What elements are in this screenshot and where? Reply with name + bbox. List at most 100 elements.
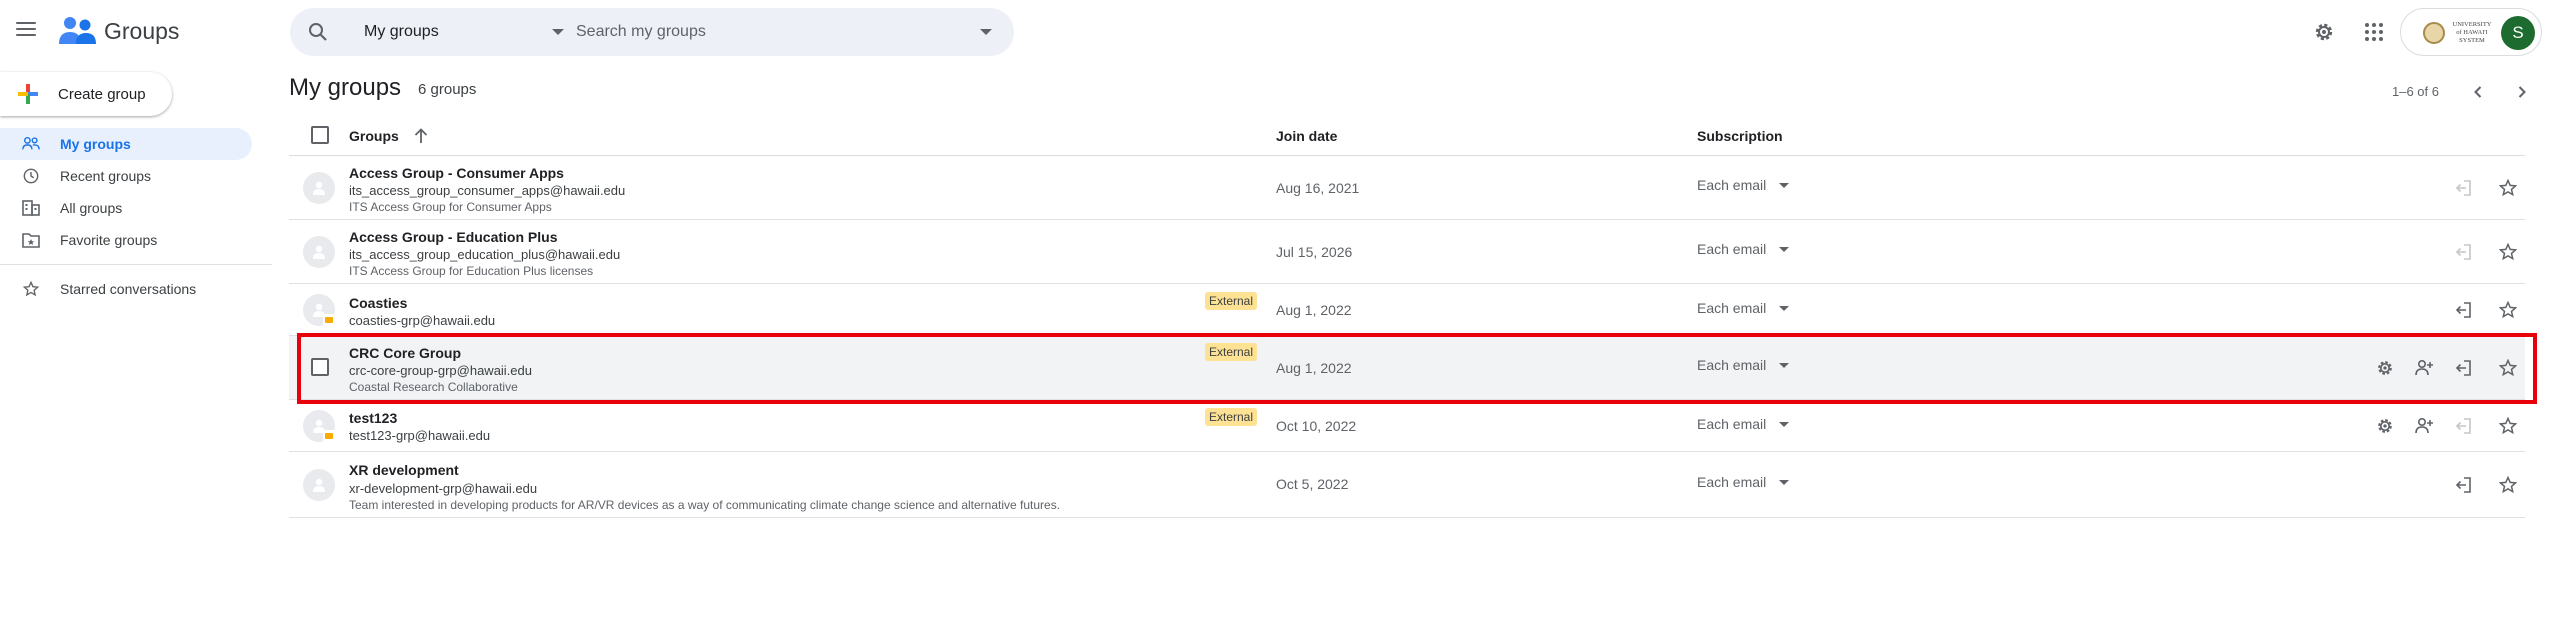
next-page-icon[interactable] bbox=[2510, 80, 2534, 104]
group-email: its_access_group_education_plus@hawaii.e… bbox=[349, 247, 621, 262]
external-chip: External bbox=[1205, 292, 1258, 310]
previous-page-icon[interactable] bbox=[2466, 80, 2490, 104]
leave-group-icon bbox=[2451, 240, 2475, 264]
star-icon[interactable] bbox=[2496, 414, 2520, 438]
sidebar-item-favorite-groups[interactable]: Favorite groups bbox=[0, 224, 252, 256]
page-title: My groups bbox=[289, 74, 402, 101]
add-member-icon[interactable] bbox=[2412, 414, 2436, 438]
group-name[interactable]: Coasties bbox=[349, 295, 407, 311]
group-avatar-icon bbox=[303, 410, 335, 442]
group-description: ITS Access Group for Consumer Apps bbox=[349, 200, 552, 214]
group-name[interactable]: Access Group - Education Plus bbox=[349, 229, 558, 245]
sidebar-item-recent-groups[interactable]: Recent groups bbox=[0, 160, 252, 192]
subscription-value: Each email bbox=[1697, 241, 1767, 257]
join-date: Aug 16, 2021 bbox=[1276, 180, 1360, 196]
subscription-value: Each email bbox=[1697, 474, 1767, 490]
sidebar-item-all-groups[interactable]: All groups bbox=[0, 192, 252, 224]
folder-star-icon bbox=[22, 233, 40, 248]
sidebar-item-label: Favorite groups bbox=[60, 232, 158, 248]
group-description: ITS Access Group for Education Plus lice… bbox=[349, 264, 594, 278]
sidebar-item-label: Recent groups bbox=[60, 168, 152, 184]
join-date: Aug 1, 2022 bbox=[1276, 302, 1352, 318]
sidebar-item-label: All groups bbox=[60, 200, 123, 216]
highlight-annotation-box bbox=[297, 333, 2537, 404]
table-row[interactable]: Access Group - Consumer Apps its_access_… bbox=[289, 156, 2525, 220]
table-row[interactable]: Access Group - Education Plus its_access… bbox=[289, 220, 2525, 284]
column-header-subscription: Subscription bbox=[1697, 128, 1783, 144]
subscription-value: Each email bbox=[1697, 416, 1767, 432]
star-icon[interactable] bbox=[2496, 240, 2520, 264]
clock-icon bbox=[23, 168, 39, 184]
pagination-range: 1–6 of 6 bbox=[2392, 84, 2439, 99]
account-avatar[interactable]: S bbox=[2501, 16, 2535, 50]
group-name[interactable]: XR development bbox=[349, 462, 459, 478]
sidebar-item-label: Starred conversations bbox=[60, 281, 197, 297]
chevron-down-icon bbox=[1779, 480, 1789, 485]
gear-icon[interactable] bbox=[2310, 18, 2338, 46]
sidebar-item-label: My groups bbox=[60, 136, 131, 152]
leave-group-icon[interactable] bbox=[2451, 298, 2475, 322]
leave-group-icon[interactable] bbox=[2451, 473, 2475, 497]
star-icon bbox=[22, 281, 40, 297]
external-badge-icon bbox=[323, 314, 335, 326]
group-count: 6 groups bbox=[418, 81, 477, 98]
chevron-down-icon bbox=[1779, 247, 1789, 252]
column-header-groups[interactable]: Groups bbox=[349, 128, 399, 144]
group-avatar-icon bbox=[303, 469, 335, 501]
group-email: test123-grp@hawaii.edu bbox=[349, 428, 491, 443]
app-title: Groups bbox=[104, 18, 180, 44]
sidebar-item-starred-conversations[interactable]: Starred conversations bbox=[0, 273, 252, 305]
groups-logo-icon bbox=[59, 17, 96, 44]
group-email: xr-development-grp@hawaii.edu bbox=[349, 481, 538, 496]
sidebar-item-my-groups[interactable]: My groups bbox=[0, 128, 252, 160]
star-icon[interactable] bbox=[2496, 298, 2520, 322]
account-switcher[interactable]: UNIVERSITY of HAWAI'I SYSTEM S bbox=[2400, 8, 2542, 56]
subscription-value: Each email bbox=[1697, 300, 1767, 316]
chevron-down-icon bbox=[1779, 306, 1789, 311]
app-header: Groups My groups Search my groups UNIVER… bbox=[0, 0, 2552, 64]
chevron-down-icon bbox=[1779, 183, 1789, 188]
external-badge-icon bbox=[323, 430, 335, 442]
subscription-value: Each email bbox=[1697, 177, 1767, 193]
column-header-join-date: Join date bbox=[1276, 128, 1338, 144]
main-menu-icon[interactable] bbox=[14, 18, 42, 46]
leave-group-icon bbox=[2451, 176, 2475, 200]
group-avatar-icon bbox=[303, 294, 335, 326]
sidebar-divider bbox=[0, 264, 272, 265]
leave-group-icon bbox=[2451, 414, 2475, 438]
select-all-checkbox[interactable] bbox=[311, 126, 329, 144]
people-icon bbox=[22, 136, 40, 150]
search-scope-select[interactable]: My groups bbox=[364, 8, 564, 56]
group-name[interactable]: Access Group - Consumer Apps bbox=[349, 165, 564, 181]
star-icon[interactable] bbox=[2496, 176, 2520, 200]
search-bar: My groups Search my groups bbox=[290, 8, 1014, 56]
chevron-down-icon bbox=[1779, 422, 1789, 427]
chevron-down-icon bbox=[552, 29, 564, 35]
search-icon[interactable] bbox=[306, 20, 330, 44]
table-header: Groups Join date Subscription bbox=[289, 118, 2525, 156]
university-seal-icon bbox=[2423, 22, 2445, 44]
group-name[interactable]: test123 bbox=[349, 410, 397, 426]
search-input[interactable]: Search my groups bbox=[576, 8, 956, 56]
gear-icon[interactable] bbox=[2373, 414, 2397, 438]
group-description: Team interested in developing products f… bbox=[349, 498, 1061, 512]
join-date: Oct 10, 2022 bbox=[1276, 418, 1357, 434]
table-row[interactable]: test123 test123-grp@hawaii.edu External … bbox=[289, 400, 2525, 452]
group-email: coasties-grp@hawaii.edu bbox=[349, 313, 496, 328]
plus-icon bbox=[18, 84, 38, 104]
table-row[interactable]: XR development xr-development-grp@hawaii… bbox=[289, 452, 2525, 518]
join-date: Jul 15, 2026 bbox=[1276, 244, 1353, 260]
group-avatar-icon bbox=[303, 172, 335, 204]
building-icon bbox=[22, 200, 40, 216]
apps-grid-icon[interactable] bbox=[2360, 18, 2388, 46]
external-chip: External bbox=[1205, 408, 1258, 426]
table-row[interactable]: Coasties coasties-grp@hawaii.edu Externa… bbox=[289, 284, 2525, 336]
search-scope-label: My groups bbox=[364, 23, 439, 40]
sort-ascending-arrow-icon[interactable] bbox=[411, 126, 431, 146]
create-group-label: Create group bbox=[58, 85, 146, 103]
create-group-button[interactable]: Create group bbox=[0, 72, 172, 116]
star-icon[interactable] bbox=[2496, 473, 2520, 497]
search-options-chevron-icon[interactable] bbox=[980, 29, 992, 35]
group-avatar-icon bbox=[303, 236, 335, 268]
organization-logo: UNIVERSITY of HAWAI'I SYSTEM bbox=[2452, 21, 2492, 44]
